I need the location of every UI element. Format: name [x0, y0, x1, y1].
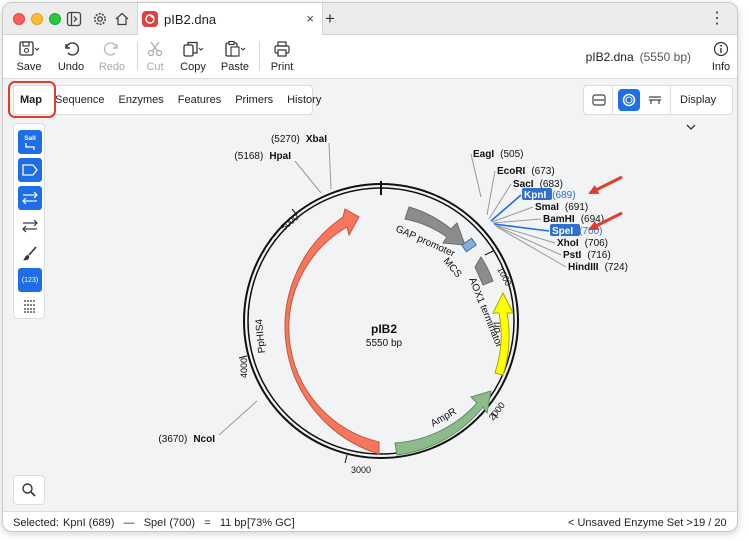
enzyme-set-selector[interactable]: < Unsaved Enzyme Set > — [568, 517, 693, 529]
tick-label-5000: 5000 — [279, 212, 301, 233]
enzyme-label-psti[interactable]: PstI (716) — [563, 250, 611, 261]
plasmid-map[interactable]: 1000 2000 3000 4000 5000 PpHIS4 GAP prom… — [3, 3, 738, 511]
feature-mcs[interactable] — [461, 237, 477, 253]
tick-label-4000: 4000 — [239, 358, 249, 378]
enzyme-label-ecori[interactable]: EcoRI (673) — [497, 166, 555, 177]
annotation-arrow-kpni — [588, 175, 623, 195]
status-selection: KpnI (689) — SpeI (700) = 11 bp — [63, 517, 247, 529]
enzyme-line — [492, 218, 542, 224]
enzyme-label-hindiii[interactable]: HindIII (724) — [568, 262, 628, 273]
enzyme-line-xbai — [328, 142, 332, 190]
enzyme-line — [470, 153, 482, 198]
enzyme-hpai[interactable]: (5168) HpaI — [234, 151, 291, 162]
status-bar: Selected: KpnI (689) — SpeI (700) = 11 b… — [3, 511, 737, 531]
enzyme-list-right: EagI (505)EcoRI (673)SacI (683)KpnI (689)Sma… — [470, 149, 628, 273]
status-count: 19 / 20 — [693, 517, 727, 529]
plasmid-length: 5550 bp — [366, 338, 403, 349]
enzyme-line-hpai — [294, 160, 322, 194]
tick-label-1000: 1000 — [495, 265, 513, 287]
feature-label-ori: ori — [492, 322, 503, 333]
tick-label-3000: 3000 — [351, 465, 371, 475]
app-window: pIB2.dna × + ⋮ Save Undo Redo Cut Copy P… — [2, 2, 738, 532]
enzyme-line-ncoi — [218, 400, 258, 436]
feature-label-pphis4: PpHIS4 — [254, 318, 268, 354]
enzyme-line — [486, 170, 496, 216]
status-gc: [73% GC] — [247, 517, 295, 529]
enzyme-label-eagi[interactable]: EagI (505) — [473, 149, 523, 160]
enzyme-ncoi[interactable]: (3670) NcoI — [158, 434, 215, 445]
feature-label-mcs: MCS — [441, 256, 464, 280]
enzyme-label-smai[interactable]: SmaI (691) — [535, 202, 588, 213]
feature-pphis4[interactable] — [284, 208, 380, 455]
status-selected-label: Selected: — [13, 517, 59, 529]
enzyme-label-bamhi[interactable]: BamHI (694) — [543, 214, 604, 225]
plasmid-name: pIB2 — [371, 322, 397, 336]
enzyme-xbai[interactable]: (5270) XbaI — [271, 134, 327, 145]
enzyme-label-xhoi[interactable]: XhoI (706) — [557, 238, 608, 249]
